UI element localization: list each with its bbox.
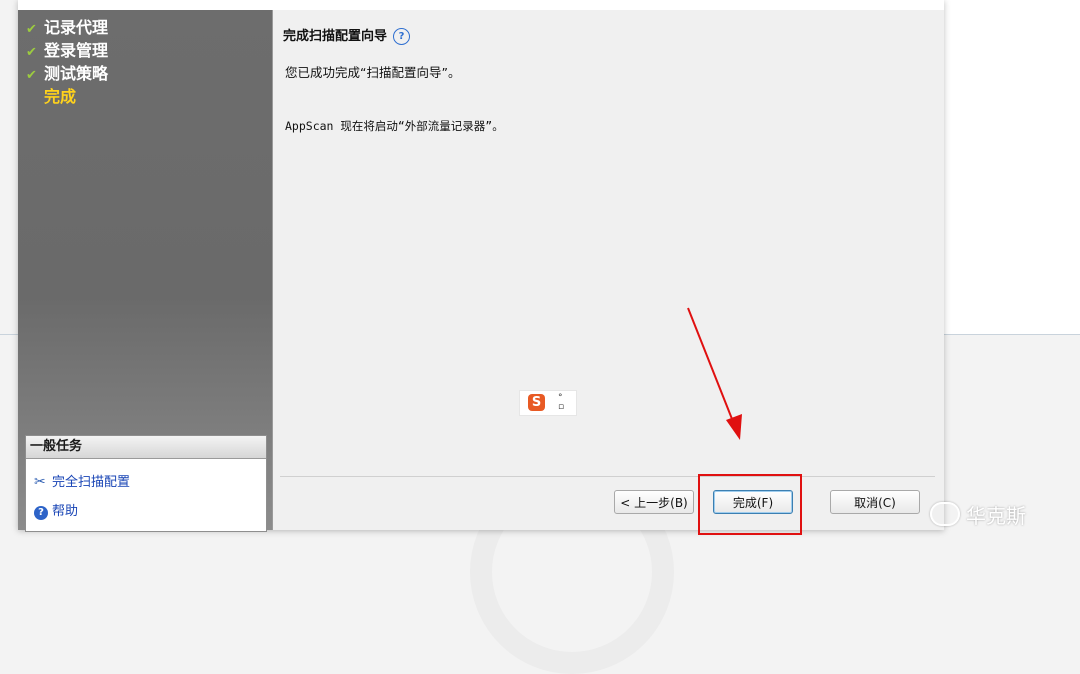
wechat-icon — [930, 502, 960, 526]
watermark-text: 华克斯 — [966, 504, 1026, 528]
annotation-arrow-icon — [687, 307, 742, 440]
watermark: 华克斯 — [930, 500, 1026, 529]
